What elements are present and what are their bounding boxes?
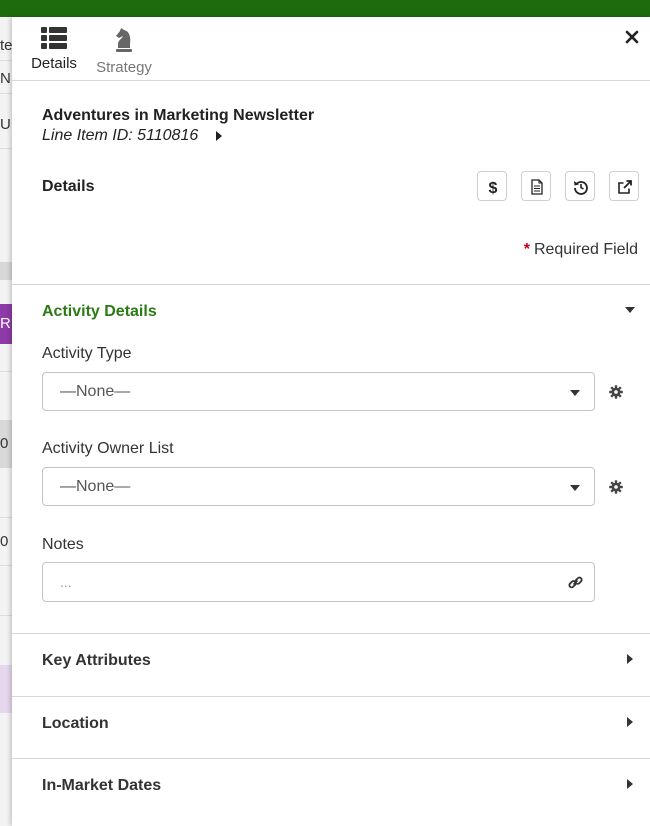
open-external-button[interactable] bbox=[609, 171, 639, 201]
gear-icon[interactable] bbox=[609, 480, 623, 494]
activity-type-select[interactable]: —None— bbox=[42, 372, 595, 411]
background-row: 0 bbox=[0, 420, 12, 468]
location-header[interactable]: Location bbox=[42, 715, 109, 733]
notes-label: Notes bbox=[42, 536, 84, 553]
history-icon bbox=[574, 181, 588, 195]
activity-owner-list-select[interactable]: —None— bbox=[42, 467, 595, 506]
activity-type-value: —None— bbox=[60, 383, 131, 400]
dollar-icon: $ bbox=[489, 180, 498, 195]
chevron-right-icon[interactable] bbox=[627, 654, 633, 664]
background-text: U bbox=[0, 116, 11, 133]
line-item-title: Adventures in Marketing Newsletter bbox=[42, 107, 315, 124]
chevron-down-icon[interactable] bbox=[625, 307, 635, 313]
background-text: 0 bbox=[0, 533, 9, 550]
link-icon[interactable] bbox=[568, 575, 583, 590]
activity-owner-list-label: Activity Owner List bbox=[42, 440, 174, 457]
key-attributes-header[interactable]: Key Attributes bbox=[42, 652, 151, 670]
divider bbox=[0, 517, 12, 518]
section-divider bbox=[12, 758, 650, 759]
background-text: R bbox=[0, 315, 11, 332]
notes-placeholder: ... bbox=[60, 574, 72, 590]
required-field-note: * Required Field bbox=[524, 241, 638, 259]
tab-details-label: Details bbox=[31, 55, 77, 72]
history-button[interactable] bbox=[565, 171, 595, 201]
divider bbox=[0, 60, 12, 61]
details-panel: Details Strategy Adventures in Marketing… bbox=[12, 17, 650, 826]
activity-owner-list-value: —None— bbox=[60, 478, 131, 495]
background-page: te N U R 0 0 bbox=[0, 17, 12, 826]
tab-strategy-label: Strategy bbox=[96, 59, 152, 76]
dropdown-arrow-icon bbox=[570, 390, 580, 396]
background-text: 0 bbox=[0, 435, 9, 452]
required-star: * bbox=[523, 241, 530, 258]
dropdown-arrow-icon bbox=[570, 485, 580, 491]
divider bbox=[0, 371, 12, 372]
section-divider bbox=[12, 633, 650, 634]
background-text: N bbox=[0, 70, 11, 87]
divider bbox=[0, 615, 12, 616]
divider bbox=[0, 565, 12, 566]
chevron-right-icon[interactable] bbox=[627, 779, 633, 789]
in-market-dates-header[interactable]: In-Market Dates bbox=[42, 777, 161, 795]
tab-bar: Details Strategy bbox=[12, 17, 650, 81]
external-link-icon bbox=[618, 180, 632, 194]
notes-input[interactable]: ... bbox=[42, 562, 595, 602]
activity-details-header[interactable]: Activity Details bbox=[42, 303, 157, 321]
background-text: te bbox=[0, 37, 12, 54]
activity-type-label: Activity Type bbox=[42, 345, 132, 362]
divider bbox=[0, 148, 12, 149]
caret-right-icon[interactable] bbox=[215, 131, 223, 141]
line-item-id: Line Item ID: 5110816 bbox=[42, 127, 199, 144]
required-text: Required Field bbox=[533, 241, 638, 258]
background-header bbox=[0, 262, 12, 280]
list-icon bbox=[41, 27, 67, 49]
top-bar bbox=[0, 0, 650, 17]
chevron-right-icon[interactable] bbox=[627, 717, 633, 727]
divider bbox=[0, 93, 12, 94]
close-icon[interactable] bbox=[624, 29, 640, 45]
tab-details[interactable]: Details bbox=[30, 27, 78, 72]
details-heading: Details bbox=[42, 178, 95, 195]
background-row bbox=[0, 665, 12, 713]
svg-text:$: $ bbox=[489, 180, 498, 195]
background-purple-badge: R bbox=[0, 304, 12, 344]
gear-icon[interactable] bbox=[609, 385, 623, 399]
document-icon bbox=[531, 179, 543, 195]
section-divider bbox=[12, 696, 650, 697]
chess-knight-icon bbox=[116, 28, 132, 52]
section-divider bbox=[12, 284, 650, 285]
tab-strategy[interactable]: Strategy bbox=[94, 27, 154, 76]
document-button[interactable] bbox=[521, 171, 551, 201]
budget-button[interactable]: $ bbox=[477, 171, 507, 201]
